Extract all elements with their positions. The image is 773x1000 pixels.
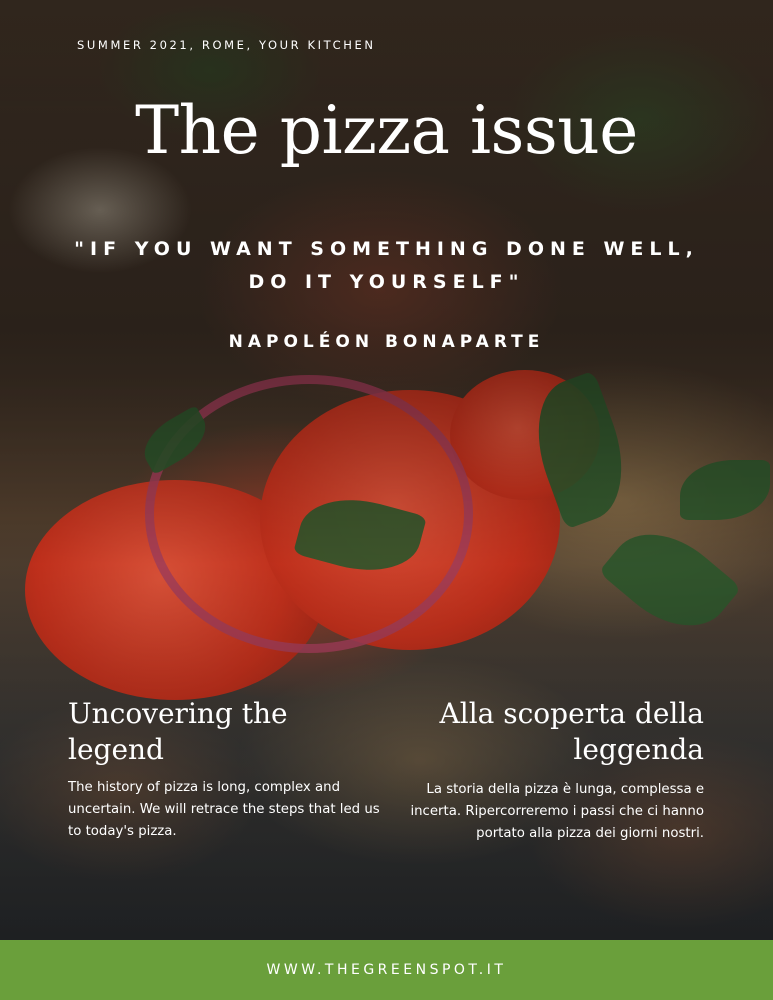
footer-bar: WWW.THEGREENSPOT.IT [0, 940, 773, 1000]
english-heading: Uncovering the legend [68, 697, 288, 766]
cover-title: The pizza issue [135, 92, 638, 169]
italian-body: La storia della pizza è lunga, complessa… [410, 782, 704, 841]
cover-quote: "IF YOU WANT SOMETHING DONE WELL, DO IT … [74, 238, 699, 293]
english-body: The history of pizza is long, complex an… [68, 780, 380, 839]
quote-author: NAPOLÉON BONAPARTE [228, 332, 545, 352]
website-link[interactable]: WWW.THEGREENSPOT.IT [0, 940, 773, 1000]
cover-tagline: SUMMER 2021, ROME, YOUR KITCHEN [77, 38, 376, 52]
italian-heading: Alla scoperta della leggenda [439, 697, 704, 766]
